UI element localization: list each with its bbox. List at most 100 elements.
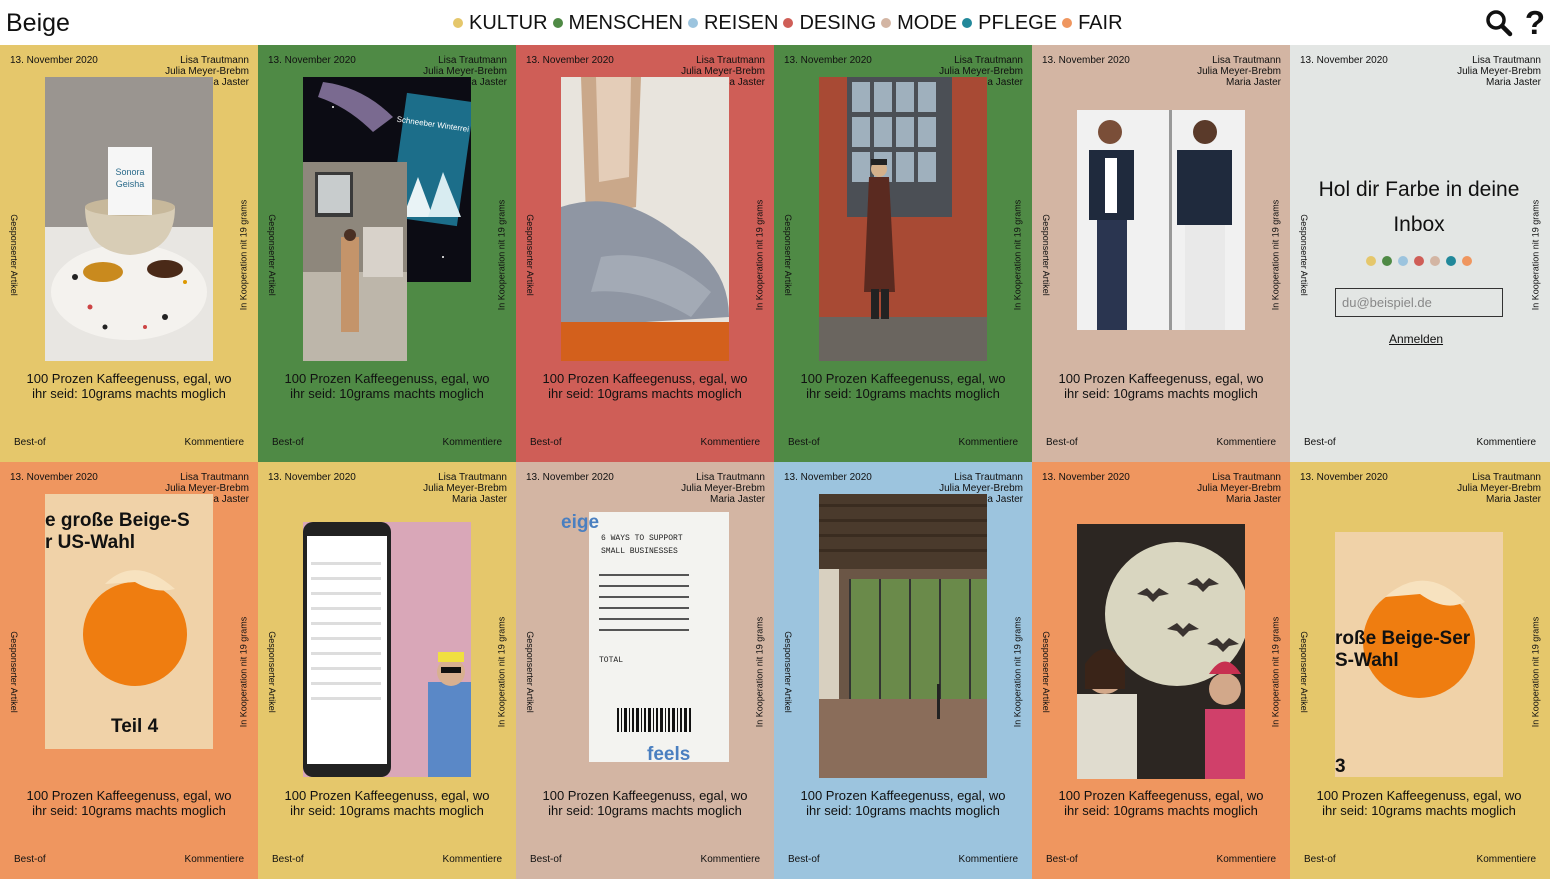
card-date: 13. November 2020 <box>526 472 614 483</box>
site-header: Beige KULTUR MENSCHEN REISEN DESING MODE… <box>0 0 1550 45</box>
bestof-link[interactable]: Best-of <box>788 437 820 449</box>
coffee-photo[interactable]: Sonora Geisha <box>45 77 213 361</box>
bestof-link[interactable]: Best-of <box>14 854 46 866</box>
author-name: Lisa Trautmann <box>180 472 249 483</box>
bestof-link[interactable]: Best-of <box>14 437 46 449</box>
article-card[interactable]: 13. November 2020 Lisa Trautmann Julia Me… <box>0 462 258 879</box>
nav-desing-label: DESING <box>799 12 877 34</box>
card-date: 13. November 2020 <box>1042 55 1130 66</box>
bestof-link[interactable]: Best-of <box>1304 437 1336 449</box>
nav-reisen-label: REISEN <box>703 12 779 34</box>
image-text: TOTAL <box>599 656 623 665</box>
color-dot <box>1398 256 1408 266</box>
newsletter-card: 13. November 2020 Lisa Trautmann Julia Me… <box>1290 45 1550 462</box>
comment-link[interactable]: Kommentiere <box>701 437 760 449</box>
svg-text:6 WAYS TO SUPPORT: 6 WAYS TO SUPPORT <box>601 534 683 543</box>
nav-fair[interactable]: FAIR <box>1062 10 1123 36</box>
nav-menschen[interactable]: MENSCHEN <box>552 10 683 36</box>
us-election-photo[interactable]: roße Beige-Ser S-Wahl 3 <box>1335 532 1503 777</box>
card-date: 13. November 2020 <box>268 472 356 483</box>
author-name: Julia Meyer-Brebm <box>1197 483 1281 494</box>
article-card[interactable]: 13. November 2020 Lisa Trautmann Julia Me… <box>1032 462 1290 879</box>
bestof-link[interactable]: Best-of <box>1046 854 1078 866</box>
sponsored-label: Gesponserter Artikel <box>525 214 535 296</box>
color-dots <box>1366 256 1478 266</box>
site-logo[interactable]: Beige <box>6 8 70 38</box>
card-date: 13. November 2020 <box>784 55 872 66</box>
article-card[interactable]: 13. November 2020 Lisa Trautmann Julia Me… <box>774 462 1032 879</box>
article-card[interactable]: 13. November 2020 Lisa Trautmann Julia Me… <box>516 462 774 879</box>
bestof-link[interactable]: Best-of <box>272 854 304 866</box>
nav-pflege[interactable]: PFLEGE <box>962 10 1057 36</box>
search-icon[interactable] <box>1484 8 1514 38</box>
collage-photo[interactable]: Schneeber Winterrei <box>303 77 471 361</box>
bestof-link[interactable]: Best-of <box>272 437 304 449</box>
comment-link[interactable]: Kommentiere <box>959 437 1018 449</box>
bestof-link[interactable]: Best-of <box>1304 854 1336 866</box>
author-name: Lisa Trautmann <box>1212 55 1281 66</box>
card-authors: Lisa Trautmann Julia Meyer-Brebm Maria Jas… <box>423 472 507 505</box>
comment-link[interactable]: Kommentiere <box>185 437 244 449</box>
sweater-photo[interactable] <box>561 77 729 361</box>
comment-link[interactable]: Kommentiere <box>443 854 502 866</box>
nav-mode-label: MODE <box>897 12 958 34</box>
author-name: Julia Meyer-Brebm <box>423 483 507 494</box>
author-name: Maria Jaster <box>451 494 507 505</box>
comment-link[interactable]: Kommentiere <box>1217 854 1276 866</box>
subscribe-button[interactable]: Anmelden <box>1389 332 1443 346</box>
us-election-photo[interactable]: e große Beige-S r US-Wahl Teil 4 <box>45 494 213 749</box>
color-dot <box>1430 256 1440 266</box>
bestof-link[interactable]: Best-of <box>788 854 820 866</box>
sponsored-label: Gesponserter Artikel <box>525 631 535 713</box>
receipt-photo[interactable]: eige 6 WAYS TO SUPPORT SMALL BUSINESSES … <box>561 512 729 762</box>
nav-reisen[interactable]: REISEN <box>687 10 779 36</box>
museum-photo[interactable] <box>819 494 987 778</box>
desing-dot <box>783 18 794 28</box>
comment-link[interactable]: Kommentiere <box>1217 437 1276 449</box>
article-card[interactable]: 13. November 2020 Lisa Trautmann Julia Me… <box>774 45 1032 462</box>
comment-link[interactable]: Kommentiere <box>1477 854 1536 866</box>
author-name: Julia Meyer-Brebm <box>1457 66 1541 77</box>
color-dot <box>1446 256 1456 266</box>
author-name: Lisa Trautmann <box>438 472 507 483</box>
card-title: 100 Prozen Kaffeegenuss, egal, wo ihr se… <box>1058 371 1264 401</box>
article-card[interactable]: 13. November 2020 Lisa Trautmann Julia Me… <box>258 45 516 462</box>
bestof-link[interactable]: Best-of <box>530 854 562 866</box>
brickwall-photo[interactable] <box>819 77 987 361</box>
comment-link[interactable]: Kommentiere <box>185 854 244 866</box>
reisen-dot <box>687 18 698 28</box>
phone-photo[interactable] <box>303 522 471 777</box>
comment-link[interactable]: Kommentiere <box>959 854 1018 866</box>
nav-kultur[interactable]: KULTUR <box>453 10 548 36</box>
email-field[interactable] <box>1335 288 1503 317</box>
article-card[interactable]: 13. November 2020 Lisa Trautmann Julia Me… <box>1290 462 1550 879</box>
author-name: Maria Jaster <box>1225 77 1281 88</box>
halloween-photo[interactable] <box>1077 524 1245 779</box>
author-name: Lisa Trautmann <box>438 55 507 66</box>
bestof-link[interactable]: Best-of <box>1046 437 1078 449</box>
cooperation-label: In Kooperation nit 19 grams <box>239 199 249 311</box>
nav-menschen-label: MENSCHEN <box>568 12 683 34</box>
comment-link[interactable]: Kommentiere <box>1477 437 1536 449</box>
bestof-link[interactable]: Best-of <box>530 437 562 449</box>
cooperation-label: In Kooperation nit 19 grams <box>1013 616 1023 728</box>
article-card[interactable]: 13. November 2020 Lisa Trautmann Julia Me… <box>516 45 774 462</box>
card-authors: Lisa Trautmann Julia Meyer-Brebm Maria Jas… <box>1457 55 1541 88</box>
author-name: Lisa Trautmann <box>1472 472 1541 483</box>
sponsored-label: Gesponserter Artikel <box>783 631 793 713</box>
article-card[interactable]: 13. November 2020 Lisa Trautmann Julia Me… <box>258 462 516 879</box>
article-card[interactable]: 13. November 2020 Lisa Trautmann Julia Me… <box>1032 45 1290 462</box>
question-icon[interactable]: ? <box>1520 6 1550 39</box>
comment-link[interactable]: Kommentiere <box>701 854 760 866</box>
sponsored-label: Gesponserter Artikel <box>267 214 277 296</box>
card-title: 100 Prozen Kaffeegenuss, egal, wo ihr se… <box>284 371 490 401</box>
cooperation-label: In Kooperation nit 19 grams <box>1271 616 1281 728</box>
card-date: 13. November 2020 <box>10 55 98 66</box>
color-dot <box>1462 256 1472 266</box>
article-card[interactable]: 13. November 2020 Lisa Trautmann Julia Me… <box>0 45 258 462</box>
sponsored-label: Gesponserter Artikel <box>1041 214 1051 296</box>
nav-desing[interactable]: DESING <box>783 10 876 36</box>
denim-photo[interactable] <box>1077 110 1245 330</box>
comment-link[interactable]: Kommentiere <box>443 437 502 449</box>
nav-mode[interactable]: MODE <box>881 10 957 36</box>
